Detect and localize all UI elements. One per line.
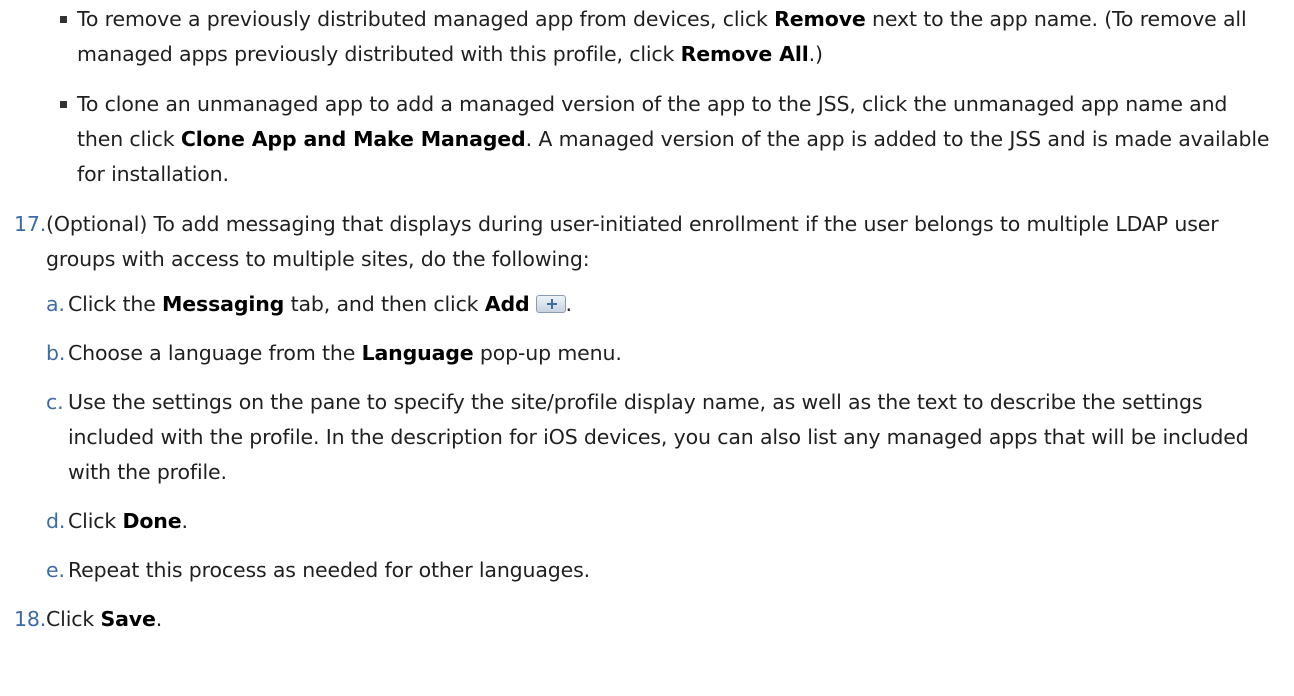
substep-text: Use the settings on the pane to specify …	[68, 390, 1249, 484]
substep-letter: e.	[46, 558, 65, 582]
step-number: 17.	[14, 212, 47, 236]
substep-text: Click the	[68, 292, 163, 316]
substep-letter: a.	[46, 292, 65, 316]
save-label: Save	[100, 607, 156, 631]
substep-d: d. Click Done.	[46, 504, 1274, 539]
substep-e: e. Repeat this process as needed for oth…	[46, 553, 1274, 588]
substep-letter: d.	[46, 509, 66, 533]
bullet-clone-app: To clone an unmanaged app to add a manag…	[0, 87, 1294, 192]
step-17: 17. (Optional) To add messaging that dis…	[0, 207, 1294, 588]
bullet-list: To remove a previously distributed manag…	[0, 2, 1294, 192]
step-text: (Optional) To add messaging that display…	[46, 212, 1219, 271]
substep-a: a. Click the Messaging tab, and then cli…	[46, 287, 1274, 322]
substep-text: .	[181, 509, 188, 533]
bullet-remove-app: To remove a previously distributed manag…	[0, 2, 1294, 72]
clone-app-label: Clone App and Make Managed	[180, 127, 526, 151]
done-label: Done	[122, 509, 182, 533]
document-page: To remove a previously distributed manag…	[0, 0, 1294, 696]
bullet-text: To remove a previously distributed manag…	[77, 7, 775, 31]
step-text: Click	[46, 607, 101, 631]
remove-all-label: Remove All	[680, 42, 809, 66]
substep-list: a. Click the Messaging tab, and then cli…	[46, 287, 1274, 588]
substep-letter: b.	[46, 341, 66, 365]
substep-text: .	[565, 292, 573, 316]
substep-text: tab, and then click	[284, 292, 485, 316]
substep-text: Click	[68, 509, 123, 533]
plus-icon	[535, 295, 566, 313]
step-18: 18. Click Save.	[0, 602, 1294, 637]
substep-text: pop-up menu.	[473, 341, 622, 365]
bullet-text: .)	[808, 42, 823, 66]
substep-text: Choose a language from the	[68, 341, 362, 365]
substep-b: b. Choose a language from the Language p…	[46, 336, 1274, 371]
substep-c: c. Use the settings on the pane to speci…	[46, 385, 1274, 490]
remove-label: Remove	[774, 7, 866, 31]
bullet-marker	[60, 101, 67, 108]
step-text: .	[155, 607, 163, 631]
substep-letter: c.	[46, 390, 64, 414]
language-label: Language	[361, 341, 474, 365]
substep-text: Repeat this process as needed for other …	[68, 558, 590, 582]
bullet-marker	[60, 16, 67, 23]
add-label: Add	[484, 292, 530, 316]
messaging-label: Messaging	[162, 292, 285, 316]
step-number: 18.	[14, 607, 47, 631]
